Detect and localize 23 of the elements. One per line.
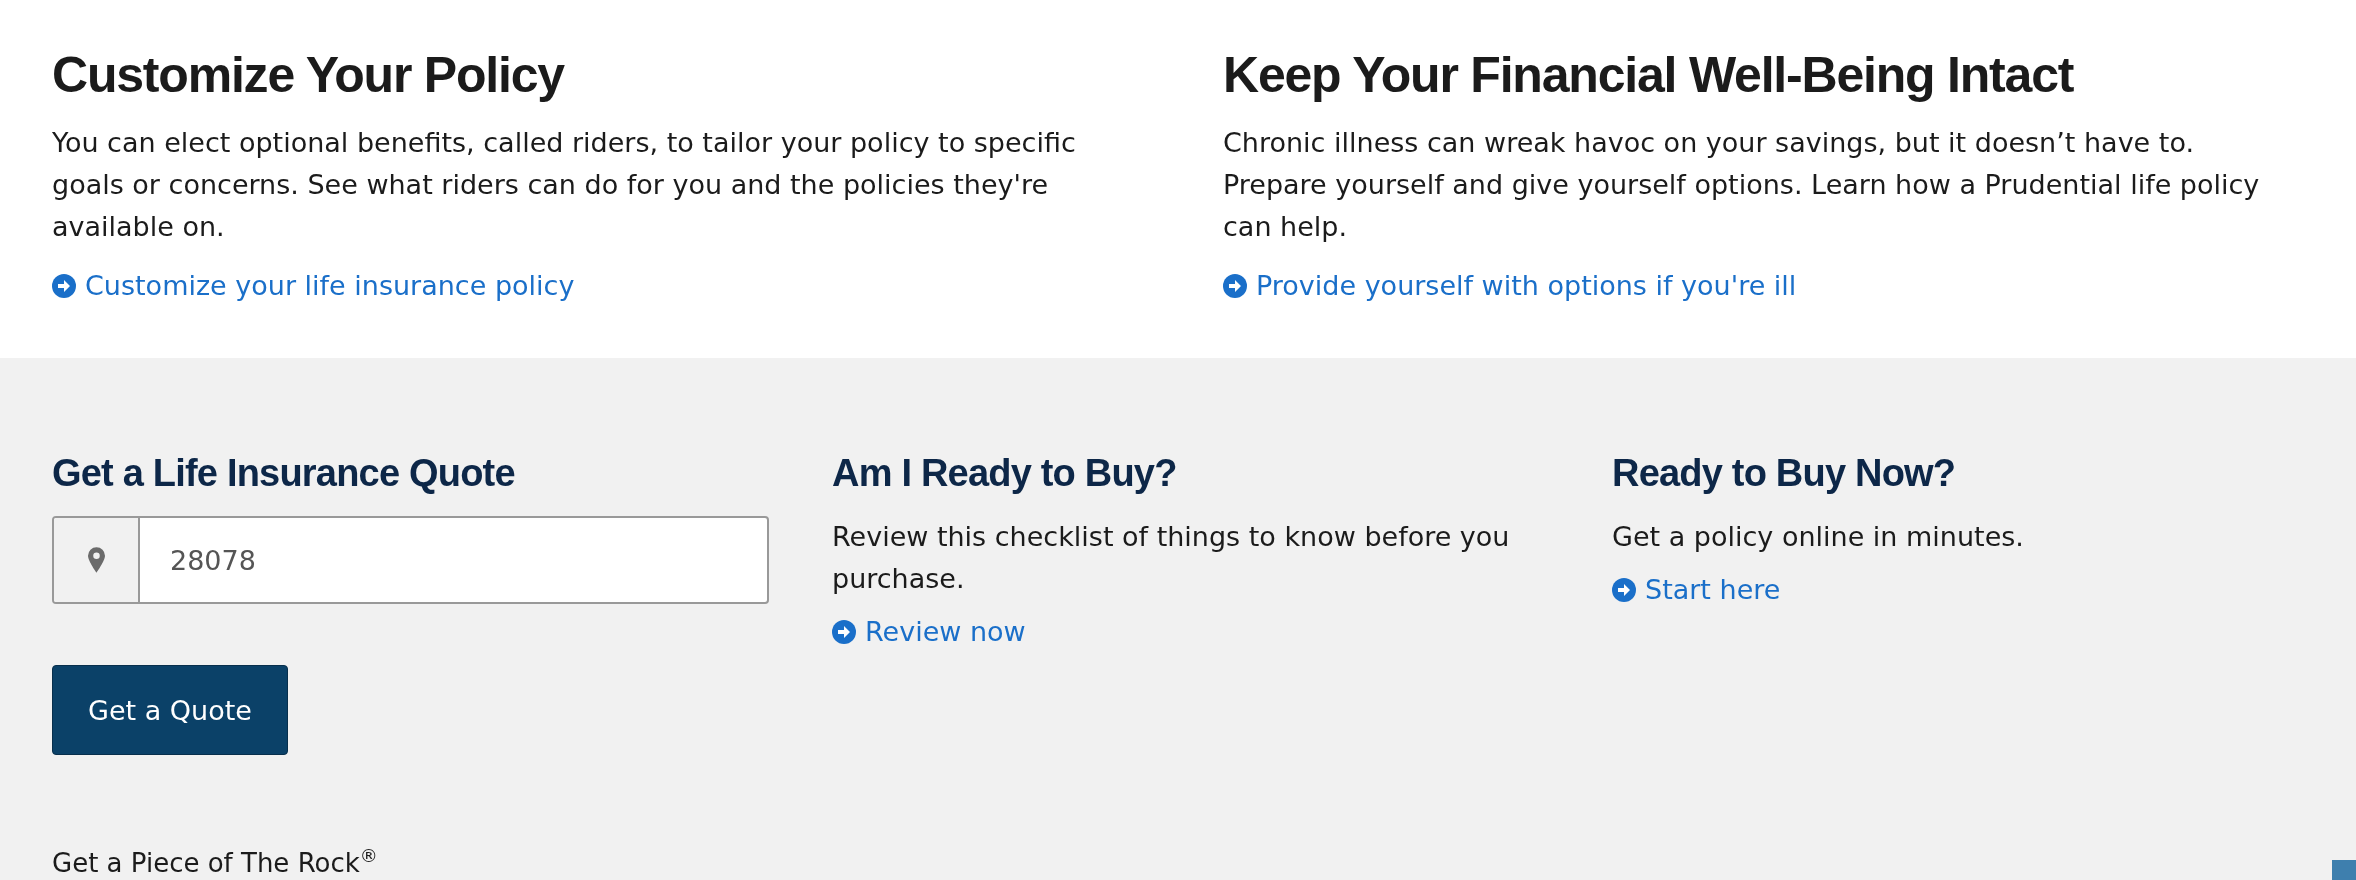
arrow-circle-icon [832, 620, 856, 644]
link[interactable]: Review now [865, 614, 1026, 650]
tagline: Get a Piece of The Rock$^{®}$ [52, 847, 378, 878]
arrow-circle-icon [1223, 274, 1247, 298]
description: You can elect optional benefits, called riders, to tailor your policy to specific goals or concerns. See what riders can do for you and the policies they're available on. [52, 126, 1077, 244]
corner-tab[interactable] [2332, 860, 2356, 880]
description: Review this checklist of things to know before you purchase. [832, 520, 1511, 596]
arrow-circle-icon [1612, 578, 1636, 602]
link[interactable]: Provide yourself with options if you're ill [1256, 268, 1797, 304]
section-heading: Am I Ready to Buy? [832, 451, 1178, 496]
link[interactable]: Customize your life insurance policy [85, 268, 575, 304]
section-heading: Get a Life Insurance Quote [52, 451, 516, 496]
section-heading: Ready to Buy Now? [1612, 451, 1957, 496]
zip-code-field[interactable]: 28078 [52, 516, 769, 604]
arrow-circle-icon [52, 274, 76, 298]
description: Get a policy online in minutes. [1612, 520, 2025, 554]
section-heading: Customize Your Policy [52, 46, 566, 105]
description: Chronic illness can wreak havoc on your savings, but it doesn’t have to. Prepare yourself and give yourself options. Learn how a Prudential life policy can help. [1223, 126, 2261, 244]
zip-code-input[interactable]: 28078 [140, 518, 767, 602]
location-pin-icon [87, 547, 105, 573]
get-quote-button[interactable]: Get a Quote [52, 665, 288, 755]
section-heading: Keep Your Financial Well-Being Intact [1223, 46, 2075, 105]
link[interactable]: Start here [1645, 572, 1781, 608]
